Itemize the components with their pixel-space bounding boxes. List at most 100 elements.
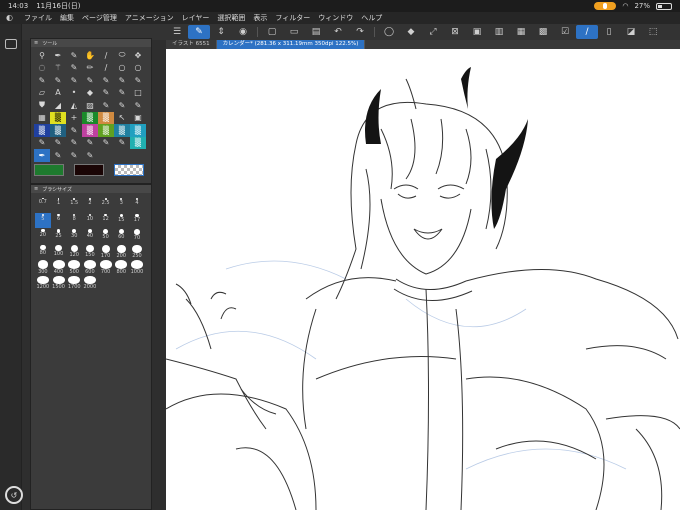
plus-icon[interactable]: + <box>66 112 82 125</box>
pen23-icon[interactable]: ✎ <box>66 149 82 162</box>
marker-icon[interactable]: ✏ <box>82 62 98 75</box>
brush-size-option[interactable]: 200 <box>113 244 129 259</box>
brush-size-option[interactable]: 800 <box>113 259 129 275</box>
pen-icon[interactable]: ✒ <box>50 49 66 62</box>
quick-access-icon[interactable]: ↺ <box>5 486 23 504</box>
hamburger-icon[interactable]: ☰ <box>166 25 188 39</box>
undo-icon[interactable]: ↶ <box>327 25 349 39</box>
lime-brush-icon[interactable]: ▒ <box>98 124 114 137</box>
drawing-canvas[interactable] <box>166 49 680 510</box>
sub-color-swatch[interactable] <box>74 164 104 176</box>
orange-brush-icon[interactable]: ▒ <box>98 111 114 124</box>
brush-size-option[interactable]: 30 <box>66 228 82 244</box>
panel-menu-icon[interactable]: ≡ <box>34 40 38 46</box>
panel-menu-icon[interactable]: ≡ <box>34 186 38 192</box>
cyan-brush-icon[interactable]: ▒ <box>50 124 66 137</box>
gradient-icon[interactable]: ◢ <box>50 99 66 112</box>
brush-size-option[interactable]: 2 <box>82 197 98 213</box>
pattern-icon[interactable]: ▨ <box>82 99 98 112</box>
brush-size-option[interactable]: 600 <box>82 259 98 275</box>
brush-size-option[interactable]: 2.5 <box>98 197 114 213</box>
pattern2-icon[interactable]: ▦ <box>34 112 50 125</box>
brush-size-option[interactable]: 250 <box>129 244 145 259</box>
brush-size-option[interactable]: 80 <box>35 244 51 260</box>
grid-icon[interactable]: ▩ <box>532 25 554 39</box>
menu-selection[interactable]: 選択範囲 <box>217 13 245 23</box>
brush-size-option[interactable]: 120 <box>66 244 82 260</box>
brush-size-option[interactable]: 500 <box>66 259 82 275</box>
brush-size-option[interactable]: 1500 <box>51 275 67 290</box>
brush-size-option[interactable]: 6 <box>51 213 67 229</box>
color-wheel-icon[interactable]: ◉ <box>232 25 254 39</box>
brush-size-option[interactable]: 1200 <box>35 275 51 290</box>
drop-icon[interactable]: • <box>66 87 82 100</box>
brush-size-option[interactable]: 170 <box>98 244 114 260</box>
pen24-icon[interactable]: ✎ <box>82 149 98 162</box>
menu-window[interactable]: ウィンドウ <box>318 13 353 23</box>
brush-size-option[interactable]: 10 <box>82 213 98 229</box>
selected-pen-icon[interactable]: ✒ <box>34 149 50 162</box>
clear-icon[interactable]: ⊠ <box>444 25 466 39</box>
camera-icon[interactable] <box>5 39 17 49</box>
pen14-icon[interactable]: ✎ <box>130 99 146 112</box>
brush-size-option[interactable]: 4 <box>129 197 145 213</box>
expand-icon[interactable]: ⬚ <box>642 25 664 39</box>
pen26-icon[interactable] <box>114 149 130 162</box>
circle2-icon[interactable]: ○ <box>130 62 146 75</box>
brush-size-option[interactable]: 70 <box>129 228 145 244</box>
transform-icon[interactable]: ⤢ <box>422 25 444 39</box>
layer-icon[interactable]: ◪ <box>620 25 642 39</box>
pen4-icon[interactable]: ✎ <box>50 74 66 87</box>
lasso-icon[interactable]: ◯ <box>378 25 400 39</box>
brush-size-option[interactable]: 2000 <box>82 275 98 290</box>
hand-icon[interactable]: ✋ <box>82 49 98 62</box>
pen16-icon[interactable]: ✎ <box>34 137 50 150</box>
pen-tool-icon[interactable]: ✎ <box>188 25 210 39</box>
brush-size-option[interactable]: 8 <box>66 213 82 229</box>
pen10-icon[interactable]: ✎ <box>98 87 114 100</box>
menu-view[interactable]: 表示 <box>253 13 267 23</box>
pen3-icon[interactable]: ✎ <box>34 74 50 87</box>
brush-size-option[interactable]: 5 <box>35 212 51 228</box>
fill-bucket-icon[interactable]: ◆ <box>82 87 98 100</box>
pen12-icon[interactable]: ✎ <box>98 99 114 112</box>
fill-icon[interactable]: ◆ <box>400 25 422 39</box>
brush-size-option[interactable]: 1700 <box>66 275 82 290</box>
circle-icon[interactable]: ○ <box>114 62 130 75</box>
menu-page[interactable]: ページ管理 <box>82 13 117 23</box>
main-color-swatch[interactable] <box>34 164 64 176</box>
brush-size-option[interactable]: 1.5 <box>66 197 82 213</box>
open-folder-icon[interactable]: ▭ <box>283 25 305 39</box>
brush-size-option[interactable]: 25 <box>51 228 67 244</box>
aqua-brush-icon[interactable]: ▒ <box>130 124 146 137</box>
pen13-icon[interactable]: ✎ <box>114 99 130 112</box>
brush-size-option[interactable]: 0.7 <box>35 197 51 213</box>
pen7-icon[interactable]: ✎ <box>98 74 114 87</box>
airbrush-icon[interactable]: ∕ <box>98 62 114 75</box>
brush-size-option[interactable]: 400 <box>51 259 67 275</box>
brush-stroke-icon[interactable]: ∕ <box>576 25 598 39</box>
pen9-icon[interactable]: ✎ <box>130 74 146 87</box>
pen15-icon[interactable]: ✎ <box>66 124 82 137</box>
wand-icon[interactable]: ⚚ <box>50 62 66 75</box>
brush-size-option[interactable]: 17 <box>129 213 145 229</box>
brush-size-option[interactable]: 150 <box>82 244 98 260</box>
brush-icon[interactable]: ∕ <box>98 49 114 62</box>
rect-icon[interactable]: □ <box>130 87 146 100</box>
stamp-icon[interactable]: ▣ <box>130 112 146 125</box>
brush-size-option[interactable]: 3 <box>113 197 129 213</box>
text-icon[interactable]: A <box>50 87 66 100</box>
brush-size-option[interactable]: 12 <box>98 213 114 229</box>
pen22-icon[interactable]: ✎ <box>50 149 66 162</box>
check-icon[interactable]: ☑ <box>554 25 576 39</box>
new-file-icon[interactable]: ▢ <box>261 25 283 39</box>
move-icon[interactable]: ✥ <box>130 49 146 62</box>
select-all-icon[interactable]: ▣ <box>466 25 488 39</box>
pen5-icon[interactable]: ✎ <box>66 74 82 87</box>
brush-size-option[interactable]: 40 <box>82 228 98 244</box>
pen20-icon[interactable]: ✎ <box>98 137 114 150</box>
pen27-icon[interactable] <box>130 149 146 162</box>
menu-layer[interactable]: レイヤー <box>182 13 210 23</box>
deselect-icon[interactable]: ▥ <box>488 25 510 39</box>
brush-size-option[interactable]: 100 <box>51 244 67 260</box>
